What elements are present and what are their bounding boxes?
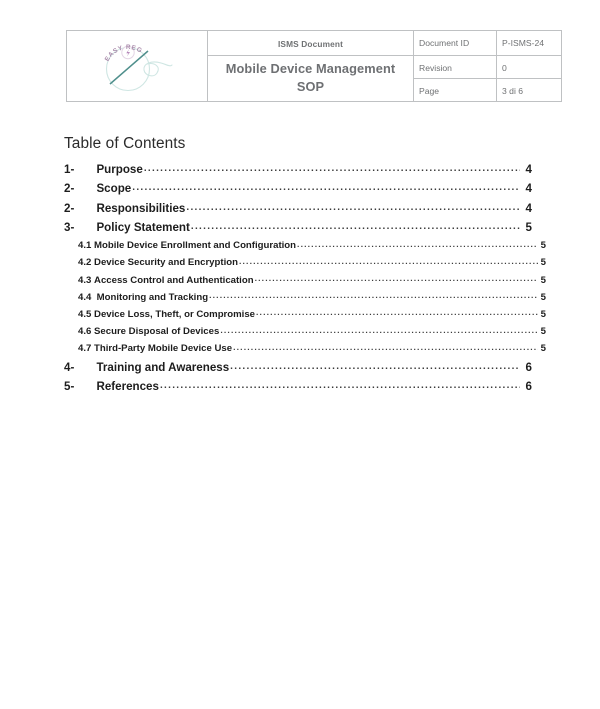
header-key-revision: Revision — [413, 55, 497, 79]
toc-entry[interactable]: 4.5 Device Loss, Theft, or Compromise 5 — [64, 309, 546, 326]
toc-dot-leader — [233, 342, 538, 352]
toc-entry-number: 4.7 — [78, 343, 92, 355]
toc-entry-number: 4- — [64, 360, 75, 374]
header-category-cell: ISMS Document — [207, 30, 414, 56]
toc-entry-label: Purpose — [90, 163, 143, 176]
document-header-table: EASY REG ISMS Document Document ID P-ISM… — [66, 30, 562, 102]
table-of-contents-heading: Table of Contents — [64, 135, 186, 152]
toc-entry-page-number: 5 — [540, 274, 546, 286]
header-key-document-id: Document ID — [413, 30, 497, 56]
toc-entry-label: Device Loss, Theft, or Compromise — [91, 308, 256, 320]
toc-entry-label: Third-Party Mobile Device Use — [91, 343, 233, 355]
toc-dot-leader — [239, 256, 538, 266]
toc-entry-number: 4.3 — [78, 274, 92, 286]
toc-dot-leader — [132, 182, 520, 193]
toc-entry-label: Responsibilities — [90, 201, 186, 215]
toc-dot-leader — [209, 290, 538, 300]
document-title: Mobile Device Management SOP — [225, 60, 396, 94]
toc-dot-leader — [256, 307, 538, 317]
header-key-page: Page — [413, 78, 497, 102]
toc-entry-page-number: 5 — [525, 220, 532, 234]
toc-dot-leader — [220, 325, 538, 335]
toc-entry-page-number: 5 — [540, 326, 546, 338]
toc-entry-page-number: 5 — [540, 240, 546, 252]
toc-entry-label: Policy Statement — [90, 220, 190, 234]
toc-entry[interactable]: 3- Policy Statement 5 — [64, 221, 532, 240]
toc-entry-label: Secure Disposal of Devices — [91, 326, 220, 338]
toc-dot-leader — [191, 221, 520, 232]
toc-entry[interactable]: 1- Purpose 4 — [64, 163, 532, 182]
header-value-revision: 0 — [496, 55, 562, 79]
toc-entry-page-number: 4 — [525, 163, 532, 176]
toc-entry[interactable]: 4.3 Access Control and Authentication 5 — [64, 275, 546, 292]
isms-document-label: ISMS Document — [277, 39, 344, 49]
toc-entry-number: 4.4 — [78, 291, 92, 303]
header-logo-cell: EASY REG — [66, 30, 208, 102]
toc-entry-number: 4.5 — [78, 308, 92, 320]
toc-entry[interactable]: 5- References 6 — [64, 380, 532, 399]
toc-dot-leader — [255, 273, 538, 283]
toc-entry-page-number: 5 — [540, 291, 546, 303]
toc-entry-number: 1- — [64, 163, 75, 176]
toc-entry-label: Access Control and Authentication — [91, 274, 254, 286]
toc-entry-number: 4.1 — [78, 240, 92, 252]
document-page: EASY REG ISMS Document Document ID P-ISM… — [0, 0, 600, 709]
toc-entry-label: Scope — [90, 182, 132, 196]
header-row-1: EASY REG ISMS Document Document ID P-ISM… — [66, 30, 562, 102]
toc-entry[interactable]: 4.2 Device Security and Encryption 5 — [64, 257, 546, 274]
toc-entry[interactable]: 4- Training and Awareness 6 — [64, 361, 532, 380]
toc-dot-leader — [230, 361, 520, 372]
header-value-document-id: P-ISMS-24 — [496, 30, 562, 56]
toc-entry-number: 2- — [64, 182, 75, 196]
toc-entry-page-number: 6 — [525, 360, 532, 374]
toc-entry-label: Mobile Device Enrollment and Configurati… — [91, 240, 297, 252]
toc-entry-page-number: 5 — [540, 257, 546, 269]
toc-entry[interactable]: 4.7 Third-Party Mobile Device Use 5 — [64, 343, 546, 360]
toc-entry-number: 4.6 — [78, 326, 92, 338]
toc-dot-leader — [186, 202, 520, 213]
toc-entry-page-number: 4 — [525, 201, 532, 215]
toc-entry-label: Device Security and Encryption — [91, 257, 238, 269]
header-title-cell: Mobile Device Management SOP — [207, 55, 414, 102]
toc-entry-page-number: 5 — [540, 343, 546, 355]
toc-entry-number: 4.2 — [78, 257, 92, 269]
toc-entry[interactable]: 4.1 Mobile Device Enrollment and Configu… — [64, 240, 546, 257]
toc-entry[interactable]: 2- Responsibilities 4 — [64, 202, 532, 221]
toc-entry-number: 2- — [64, 201, 75, 215]
header-value-page: 3 di 6 — [496, 78, 562, 102]
toc-entry-number: 5- — [64, 379, 75, 393]
toc-entry-number: 3- — [64, 220, 75, 234]
toc-entry-label: References — [90, 379, 159, 393]
easy-reg-logo-svg: EASY REG — [104, 44, 173, 92]
toc-entry-page-number: 6 — [525, 379, 532, 393]
toc-dot-leader — [144, 163, 520, 174]
toc-entry[interactable]: 4.4 Monitoring and Tracking 5 — [64, 292, 546, 309]
toc-entry-label: Monitoring and Tracking — [91, 291, 209, 303]
toc-entry-page-number: 4 — [525, 182, 532, 196]
toc-dot-leader — [297, 239, 538, 249]
toc-entry-label: Training and Awareness — [90, 360, 230, 374]
toc-entry[interactable]: 2- Scope 4 — [64, 182, 532, 201]
toc-entry[interactable]: 4.6 Secure Disposal of Devices 5 — [64, 326, 546, 343]
easy-reg-logo: EASY REG — [67, 33, 207, 100]
table-of-contents-list: 1- Purpose 4 2- Scope 4 2- Responsibilities 4… — [64, 163, 546, 399]
toc-dot-leader — [160, 380, 520, 391]
toc-entry-page-number: 5 — [540, 308, 546, 320]
